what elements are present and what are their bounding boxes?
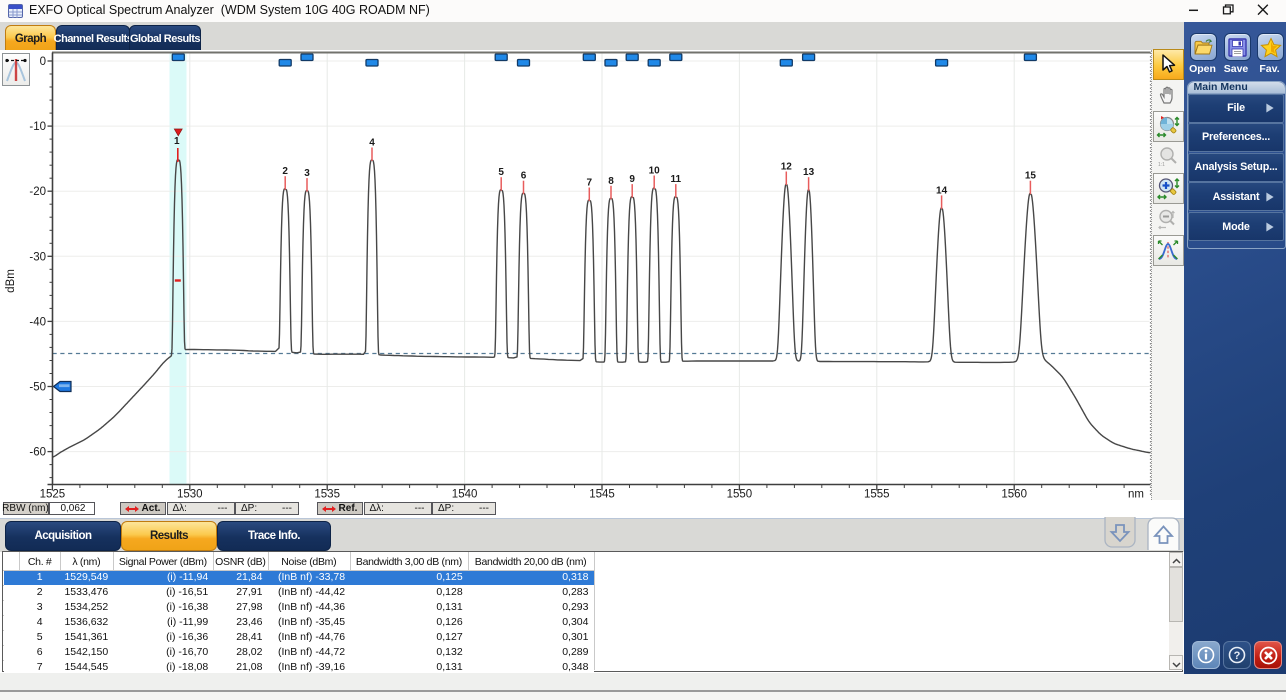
svg-text:13: 13	[803, 167, 815, 178]
svg-text:12: 12	[781, 162, 793, 173]
svg-text:-30: -30	[29, 251, 46, 263]
svg-text:nm: nm	[1128, 489, 1144, 501]
svg-text:14: 14	[936, 185, 948, 196]
svg-text:?: ?	[1234, 650, 1241, 662]
svg-text:4: 4	[369, 138, 375, 149]
svg-text:9: 9	[629, 174, 635, 185]
svg-text:1540: 1540	[452, 489, 478, 501]
svg-text:2: 2	[282, 166, 288, 177]
svg-text:-50: -50	[29, 382, 46, 394]
svg-text:1525: 1525	[40, 489, 66, 501]
svg-text:1560: 1560	[1001, 489, 1027, 501]
svg-text:1:1: 1:1	[1158, 162, 1165, 168]
svg-text:-10: -10	[29, 121, 46, 133]
svg-text:1555: 1555	[864, 489, 890, 501]
svg-text:6: 6	[521, 171, 527, 182]
svg-text:5: 5	[498, 167, 504, 178]
svg-text:-40: -40	[29, 316, 46, 328]
svg-text:-60: -60	[29, 447, 46, 459]
svg-text:1535: 1535	[314, 489, 340, 501]
svg-text:-20: -20	[29, 186, 46, 198]
svg-text:3: 3	[304, 168, 310, 179]
svg-text:1: 1	[174, 136, 180, 147]
svg-text:10: 10	[649, 166, 661, 177]
svg-text:7: 7	[587, 178, 593, 189]
svg-text:15: 15	[1025, 171, 1037, 182]
svg-text:11: 11	[671, 174, 682, 185]
svg-text:1545: 1545	[589, 489, 615, 501]
svg-text:0: 0	[40, 56, 46, 68]
svg-text:1530: 1530	[177, 489, 203, 501]
svg-text:dBm: dBm	[5, 269, 17, 293]
svg-text:1550: 1550	[727, 489, 753, 501]
svg-text:8: 8	[608, 176, 614, 187]
